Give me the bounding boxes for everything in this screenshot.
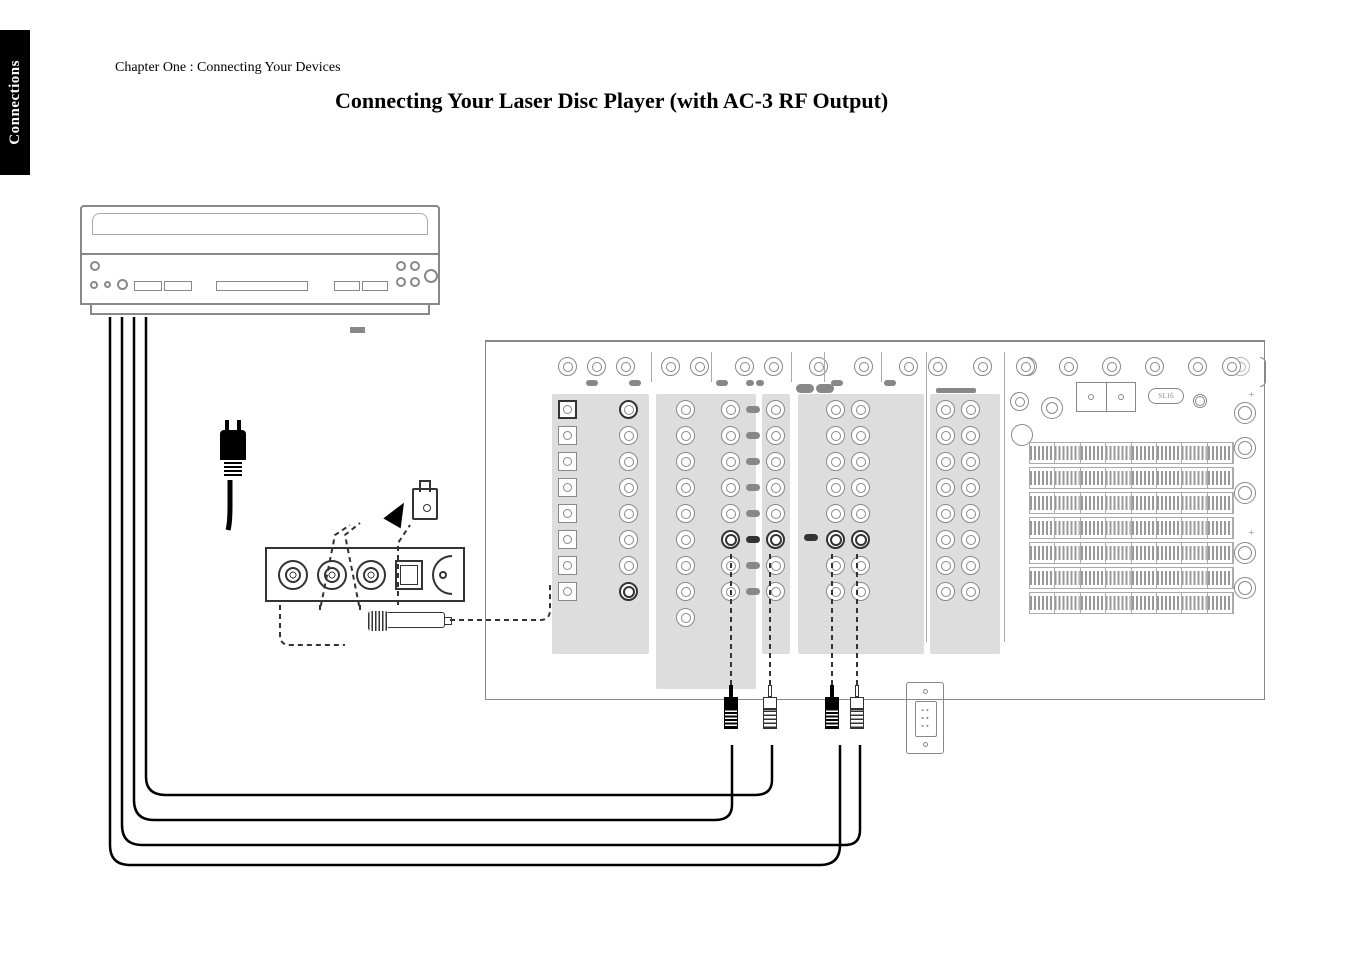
- chapter-header: Chapter One : Connecting Your Devices: [115, 60, 341, 76]
- power-plug-icon: [218, 430, 248, 480]
- page-title: Connecting Your Laser Disc Player (with …: [335, 88, 888, 114]
- arrow-icon: [383, 498, 412, 529]
- rca-plug-video: [724, 685, 738, 729]
- rca-plug-audio-right2: [850, 685, 864, 729]
- side-tab: Connections: [0, 30, 30, 175]
- laser-disc-player: [80, 205, 440, 335]
- receiver-unit: SL16: [485, 340, 1265, 700]
- speaker-terminals: [1029, 442, 1234, 632]
- serial-port: [906, 682, 944, 754]
- connection-diagram: SL16: [80, 205, 1280, 855]
- rca-plug-audio-left: [763, 685, 777, 729]
- side-tab-text: Connections: [7, 60, 24, 145]
- optical-cable-icon: [385, 612, 465, 630]
- rca-plug-audio-right: [825, 685, 839, 729]
- optical-connector-icon: [412, 488, 438, 520]
- ld-back-panel: [265, 547, 465, 602]
